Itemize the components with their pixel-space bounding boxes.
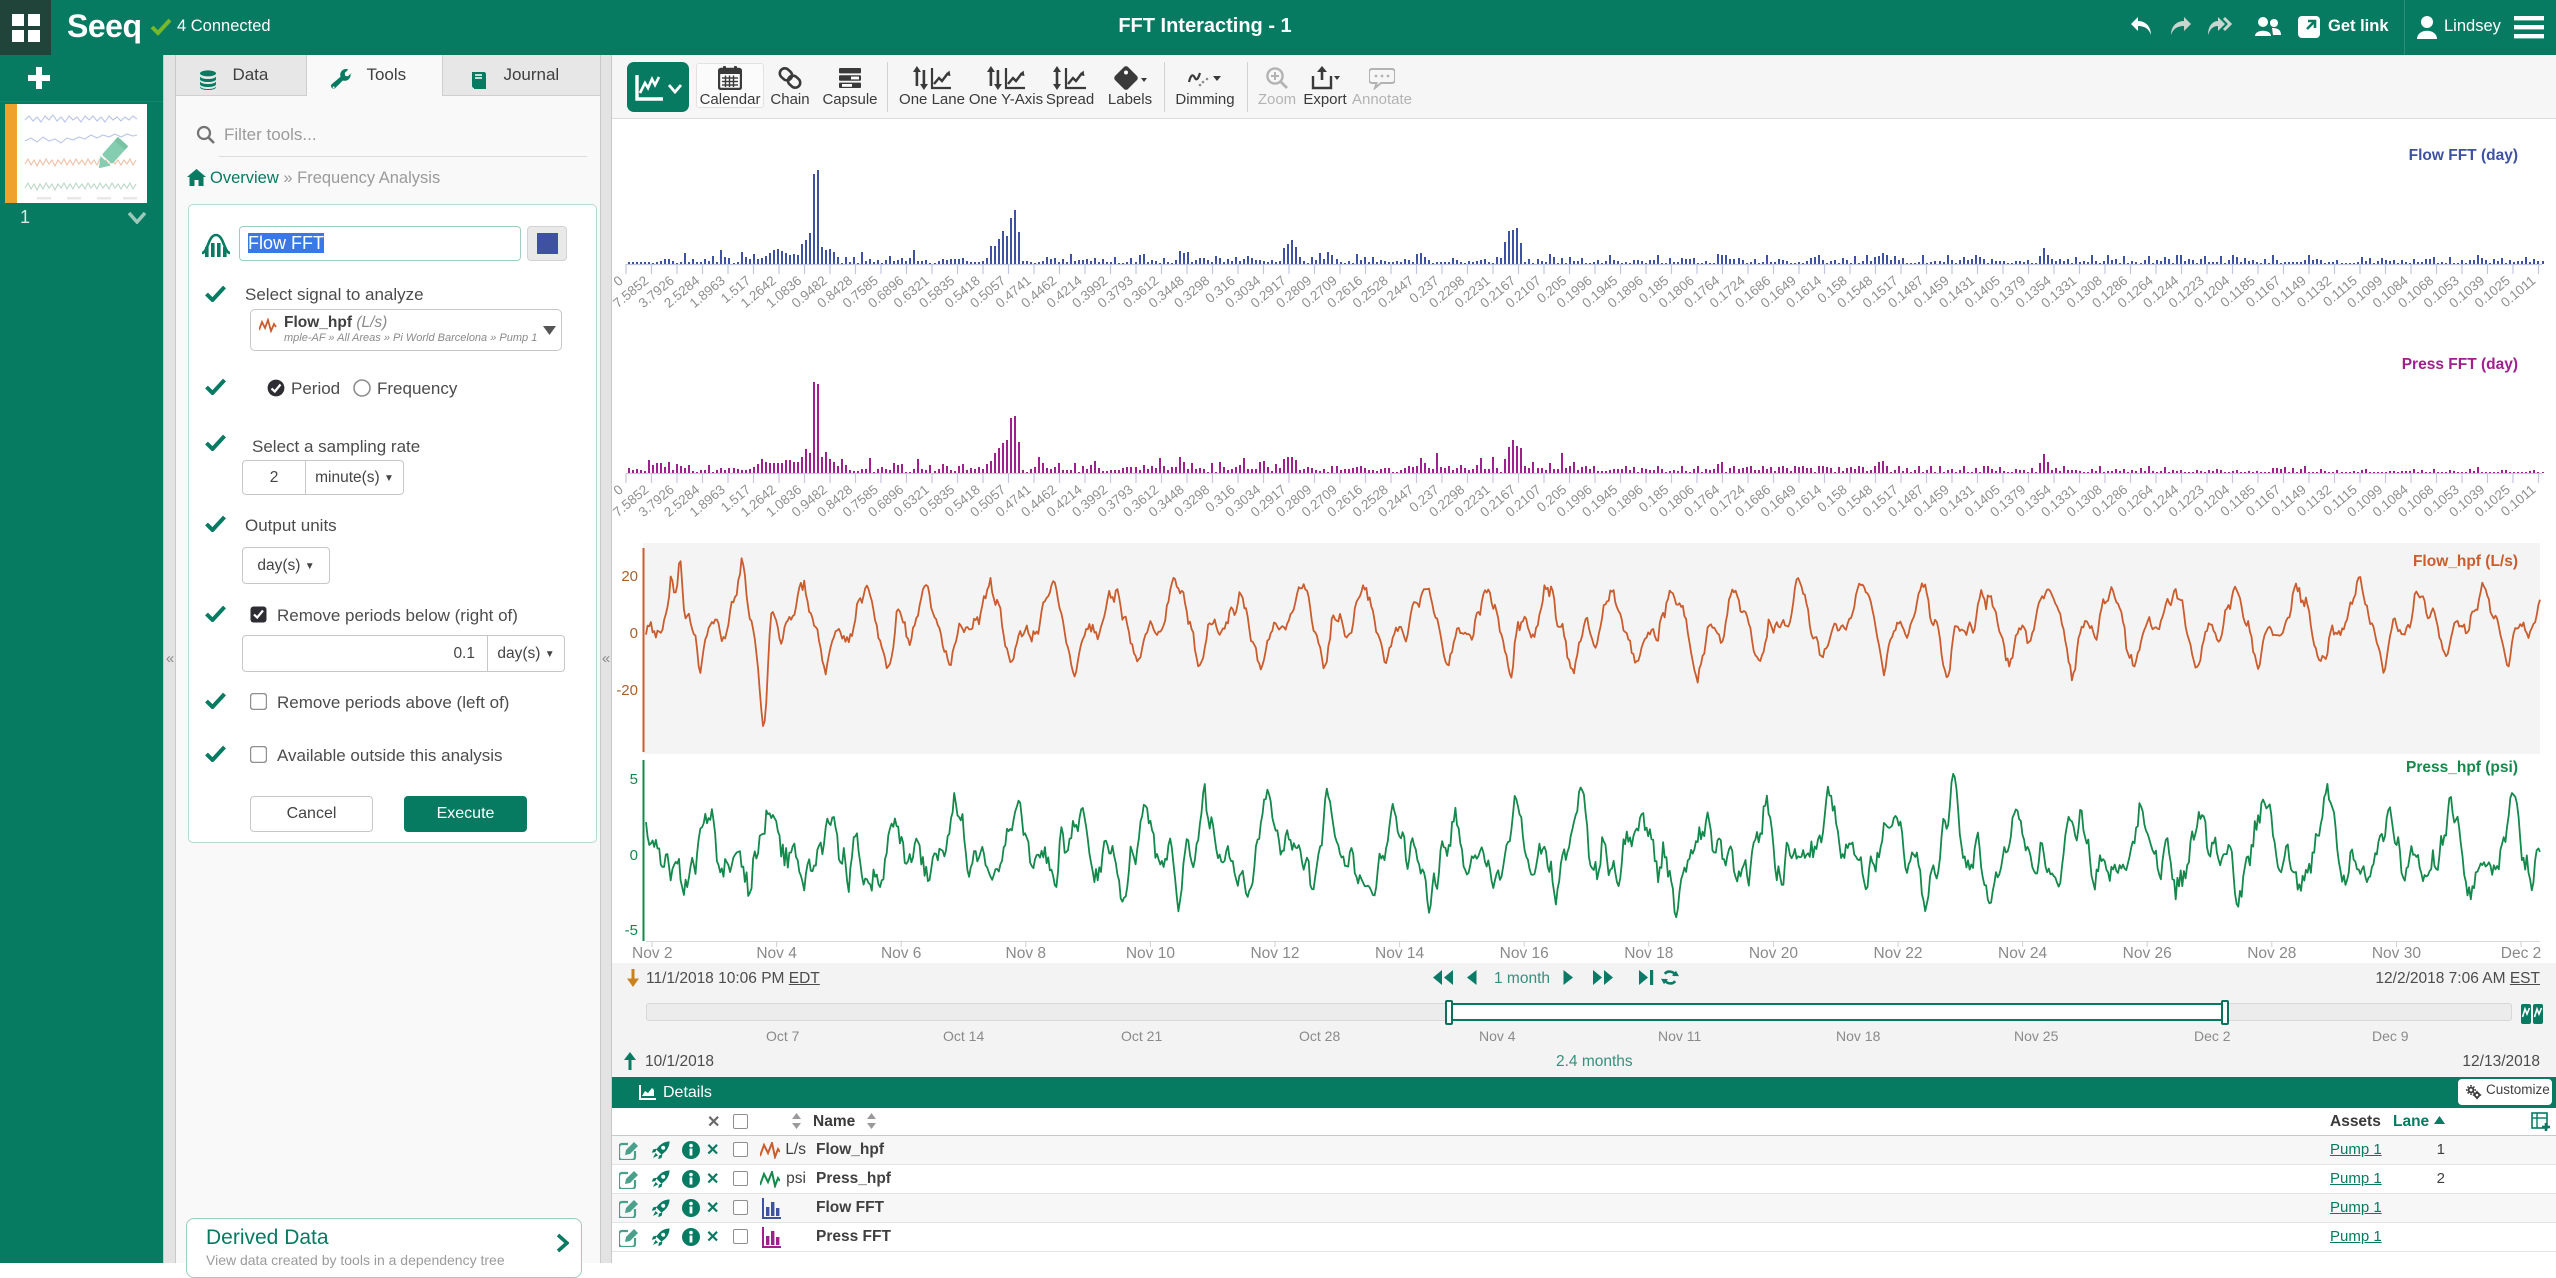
svg-text:Dec 2: Dec 2 <box>2501 945 2542 962</box>
svg-text:Nov 4: Nov 4 <box>756 945 797 962</box>
svg-text:Nov 20: Nov 20 <box>1749 945 1798 962</box>
svg-text:Press FFT (day): Press FFT (day) <box>2402 356 2518 373</box>
svg-text:Nov 12: Nov 12 <box>1250 945 1299 962</box>
svg-text:Flow_hpf (L/s): Flow_hpf (L/s) <box>2413 553 2518 570</box>
svg-text:Nov 26: Nov 26 <box>2123 945 2172 962</box>
svg-text:Nov 8: Nov 8 <box>1006 945 1047 962</box>
svg-text:Nov 24: Nov 24 <box>1998 945 2047 962</box>
svg-text:0: 0 <box>630 625 638 642</box>
svg-text:-20: -20 <box>616 682 638 699</box>
svg-text:Nov 10: Nov 10 <box>1126 945 1175 962</box>
svg-text:0: 0 <box>630 847 638 864</box>
svg-text:Nov 28: Nov 28 <box>2247 945 2296 962</box>
svg-text:Nov 22: Nov 22 <box>1873 945 1922 962</box>
svg-text:Flow FFT (day): Flow FFT (day) <box>2409 147 2518 164</box>
svg-text:-5: -5 <box>625 922 638 939</box>
svg-text:Nov 16: Nov 16 <box>1500 945 1549 962</box>
svg-text:5: 5 <box>630 771 638 788</box>
svg-text:20: 20 <box>621 568 638 585</box>
svg-text:Nov 30: Nov 30 <box>2372 945 2421 962</box>
svg-text:Nov 6: Nov 6 <box>881 945 922 962</box>
svg-text:Nov 18: Nov 18 <box>1624 945 1673 962</box>
svg-text:Press_hpf (psi): Press_hpf (psi) <box>2406 759 2518 776</box>
svg-text:Nov 2: Nov 2 <box>632 945 673 962</box>
svg-text:Nov 14: Nov 14 <box>1375 945 1424 962</box>
